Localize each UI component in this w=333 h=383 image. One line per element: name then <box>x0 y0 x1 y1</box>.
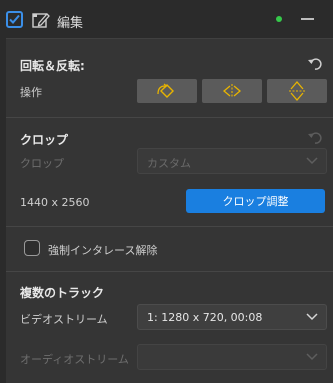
crop-label: クロップ <box>20 157 64 170</box>
rotate-reset-icon[interactable] <box>307 57 323 71</box>
flip-horizontal-icon <box>222 84 242 98</box>
rotate-flip-title: 回転＆反転: <box>20 59 85 73</box>
crop-adjust-label: クロップ調整 <box>222 195 289 208</box>
operation-label: 操作 <box>20 86 42 99</box>
video-stream-select[interactable]: 1: 1280 x 720, 00:08 <box>137 304 327 330</box>
divider <box>6 117 333 118</box>
deinterlace-label: 強制インタレース解除 <box>48 244 158 257</box>
edit-icon <box>32 13 50 28</box>
rotate-button[interactable] <box>137 79 197 103</box>
rotate-flip-buttons <box>137 79 327 103</box>
tracks-title: 複数のトラック <box>20 286 105 300</box>
rotate-icon <box>157 83 174 98</box>
video-stream-value: 1: 1280 x 720, 00:08 <box>147 311 263 324</box>
checkmark-icon <box>9 14 20 24</box>
divider <box>6 271 333 272</box>
audio-stream-select[interactable] <box>137 344 327 370</box>
crop-mode-value: カスタム <box>147 157 191 170</box>
crop-reset-icon[interactable] <box>307 131 323 145</box>
collapse-icon[interactable] <box>301 18 314 20</box>
crop-mode-select[interactable]: カスタム <box>137 148 327 174</box>
deinterlace-checkbox[interactable] <box>24 240 40 256</box>
edit-panel-window: 編集 回転＆反転: 操作 クロップ クロップ カスタム 1440 x 2560 … <box>0 0 333 383</box>
crop-title: クロップ <box>20 133 69 147</box>
flip-vertical-icon <box>289 81 305 101</box>
flip-vertical-button[interactable] <box>267 79 327 103</box>
divider <box>6 226 333 227</box>
edit-header: 編集 <box>0 0 333 38</box>
chevron-down-icon <box>306 313 318 321</box>
crop-adjust-button[interactable]: クロップ調整 <box>186 189 325 213</box>
crop-resolution: 1440 x 2560 <box>20 196 90 209</box>
video-stream-label: ビデオストリーム <box>20 313 108 326</box>
chevron-down-icon <box>306 353 318 361</box>
chevron-down-icon <box>306 157 318 165</box>
edit-settings-panel: 回転＆反転: 操作 クロップ クロップ カスタム 1440 x 2560 クロッ… <box>6 38 333 383</box>
header-title: 編集 <box>57 16 84 31</box>
status-dot <box>276 16 282 22</box>
edit-enable-checkbox[interactable] <box>6 11 23 28</box>
flip-horizontal-button[interactable] <box>202 79 262 103</box>
audio-stream-label: オーディオストリーム <box>20 353 129 366</box>
